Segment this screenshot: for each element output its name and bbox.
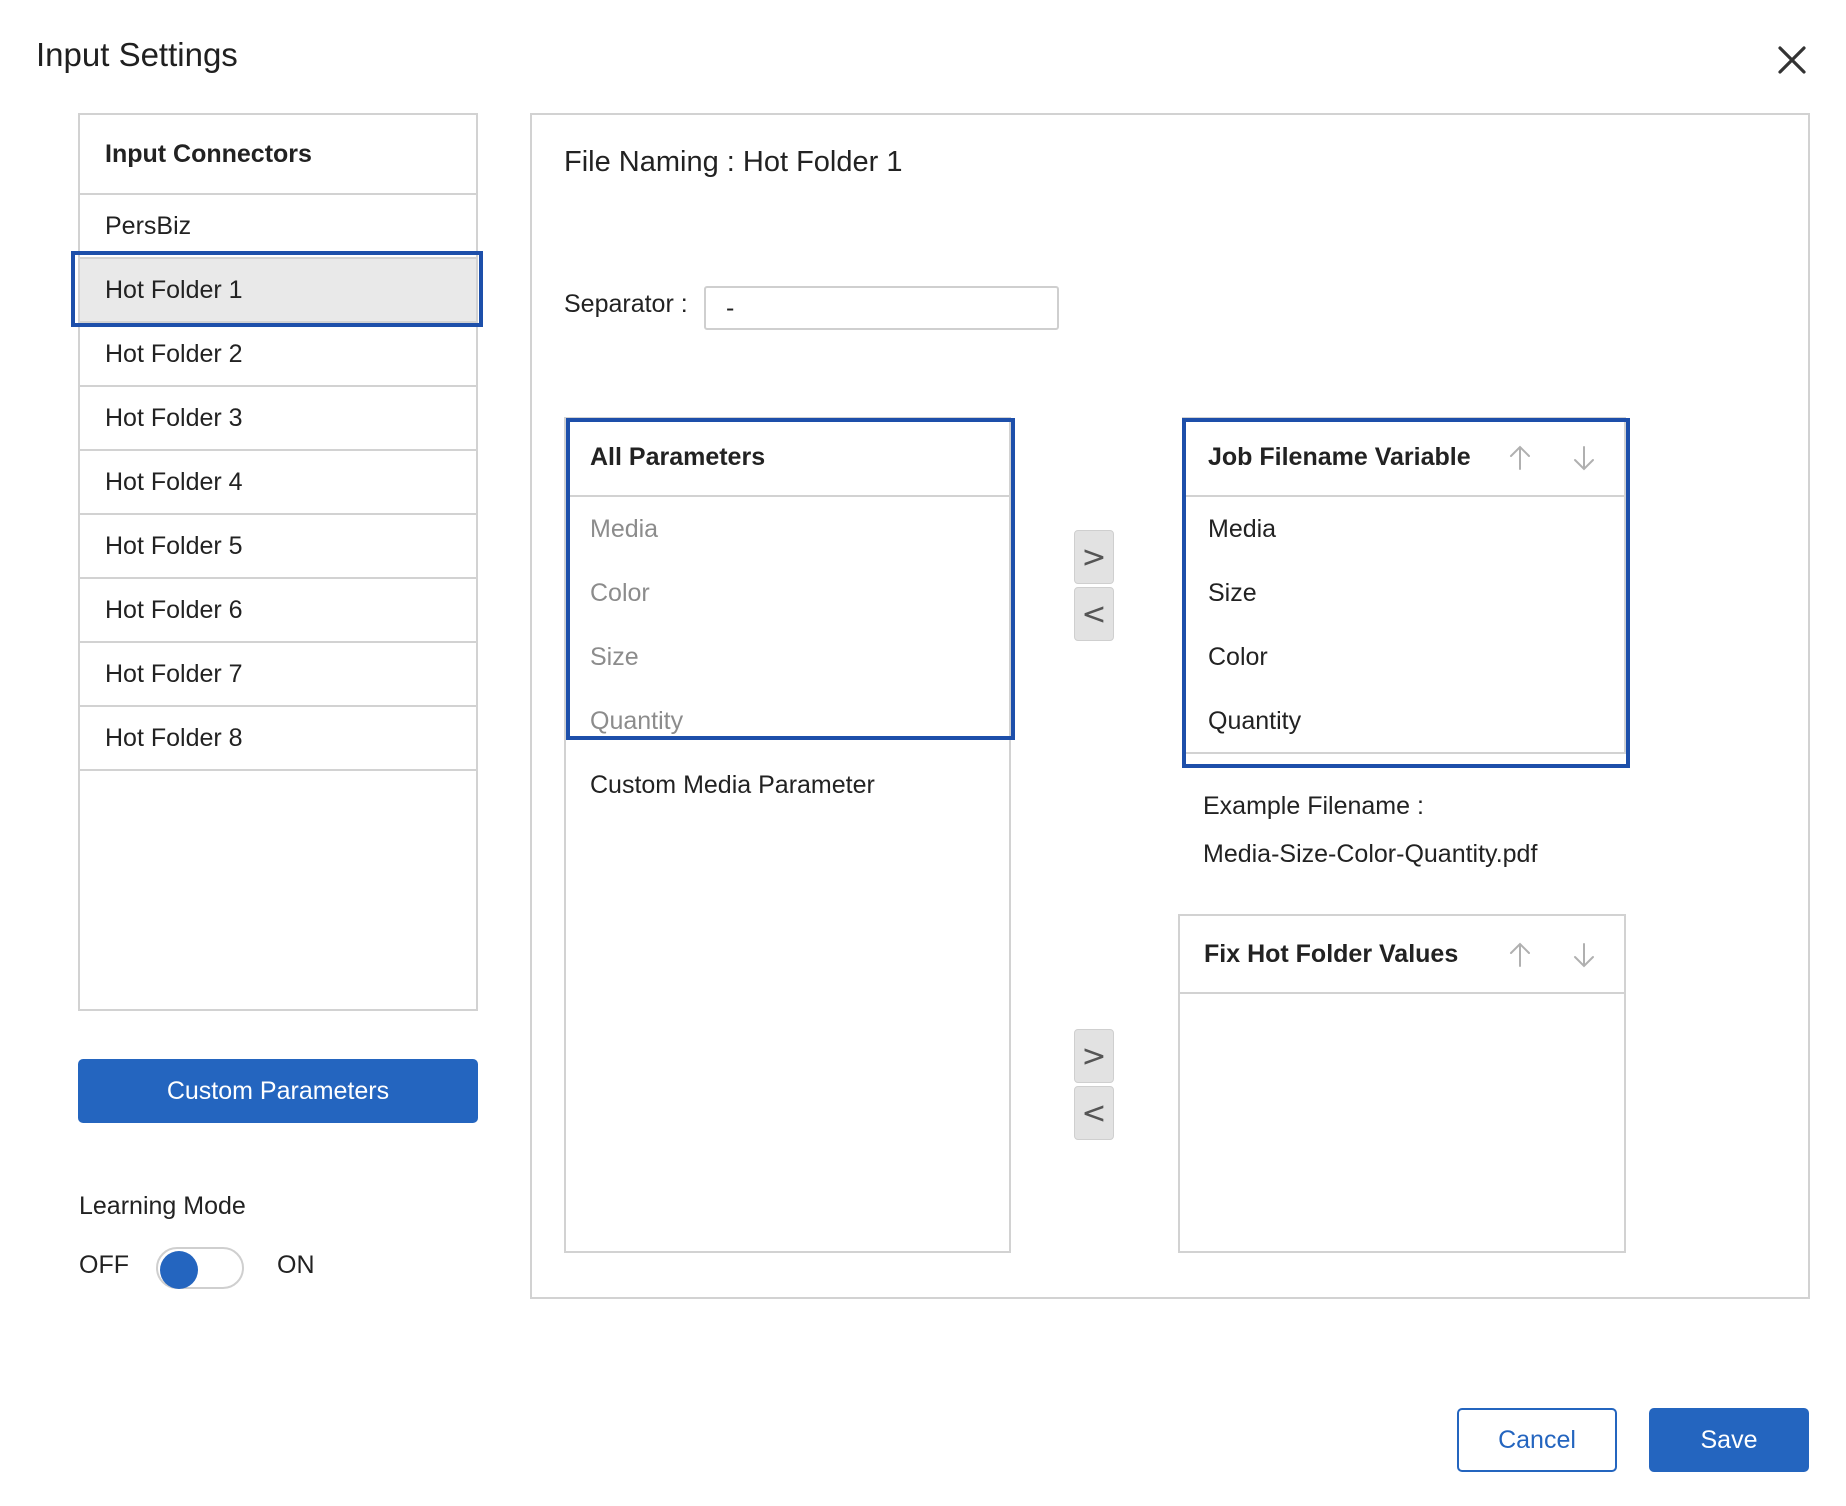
job-variable-item-media[interactable]: Media [1208,515,1276,544]
learning-mode-label: Learning Mode [79,1192,246,1220]
job-variable-item-quantity[interactable]: Quantity [1208,707,1301,736]
toggle-knob [160,1251,198,1289]
input-connectors-list: Input Connectors PersBiz Hot Folder 1 Ho… [78,113,478,1011]
arrow-down-icon[interactable] [1572,942,1596,968]
cancel-button[interactable]: Cancel [1457,1408,1617,1472]
add-to-job-variable-button[interactable]: > [1074,530,1114,584]
remove-from-fix-values-button[interactable]: < [1074,1086,1114,1140]
learning-mode-toggle[interactable] [156,1247,244,1289]
all-parameters-list: All Parameters Media Color Size Quantity… [564,417,1011,1253]
learning-mode-off-label: OFF [79,1251,129,1279]
input-connectors-header: Input Connectors [80,115,476,195]
job-filename-variable-list: Job Filename Variable Media Size Color Q… [1182,417,1626,754]
fix-hot-folder-values-header: Fix Hot Folder Values [1180,916,1624,994]
example-filename-value: Media-Size-Color-Quantity.pdf [1203,840,1538,868]
connector-item-hot-folder-7[interactable]: Hot Folder 7 [80,643,476,707]
arrow-up-icon[interactable] [1508,445,1532,471]
connector-item-hot-folder-8[interactable]: Hot Folder 8 [80,707,476,771]
separator-label: Separator : [564,290,688,318]
connector-item-hot-folder-1[interactable]: Hot Folder 1 [80,259,476,323]
arrow-down-icon[interactable] [1572,445,1596,471]
job-variable-item-size[interactable]: Size [1208,579,1257,608]
all-parameters-header: All Parameters [566,419,1009,497]
connector-item-persbiz[interactable]: PersBiz [80,195,476,259]
job-variable-item-color[interactable]: Color [1208,643,1268,672]
connector-item-hot-folder-6[interactable]: Hot Folder 6 [80,579,476,643]
parameter-item-color[interactable]: Color [590,579,650,608]
learning-mode-on-label: ON [277,1251,315,1279]
example-filename-label: Example Filename : [1203,792,1424,820]
arrow-up-icon[interactable] [1508,942,1532,968]
custom-parameters-button[interactable]: Custom Parameters [78,1059,478,1123]
separator-input[interactable] [704,286,1059,330]
parameter-item-media[interactable]: Media [590,515,658,544]
parameter-item-custom-media[interactable]: Custom Media Parameter [590,771,875,800]
connector-item-hot-folder-3[interactable]: Hot Folder 3 [80,387,476,451]
panel-title: File Naming : Hot Folder 1 [564,146,903,178]
remove-from-job-variable-button[interactable]: < [1074,587,1114,641]
job-filename-variable-header: Job Filename Variable [1184,419,1624,497]
parameter-item-size[interactable]: Size [590,643,639,672]
connector-item-hot-folder-5[interactable]: Hot Folder 5 [80,515,476,579]
save-button[interactable]: Save [1649,1408,1809,1472]
connector-item-hot-folder-4[interactable]: Hot Folder 4 [80,451,476,515]
connector-item-hot-folder-2[interactable]: Hot Folder 2 [80,323,476,387]
dialog-title: Input Settings [36,36,238,73]
close-icon[interactable] [1772,40,1812,80]
parameter-item-quantity[interactable]: Quantity [590,707,683,736]
fix-hot-folder-values-list: Fix Hot Folder Values [1178,914,1626,1253]
add-to-fix-values-button[interactable]: > [1074,1029,1114,1083]
